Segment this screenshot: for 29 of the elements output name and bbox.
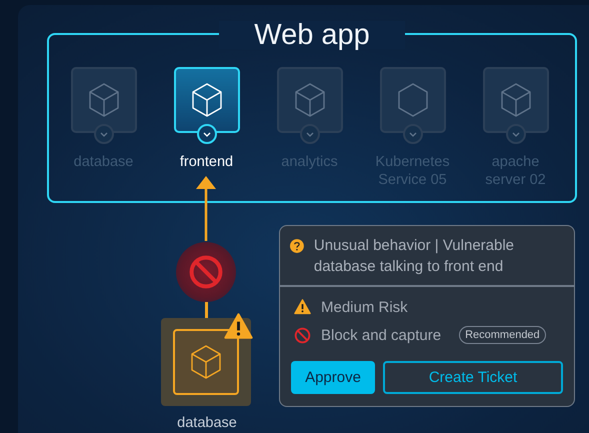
cube-icon (88, 82, 120, 118)
row-text: Medium Risk (321, 298, 408, 316)
chevron-down-icon (306, 132, 314, 136)
flow-arrow (196, 175, 216, 241)
hexagon-icon (396, 82, 428, 118)
create-ticket-button[interactable]: Create Ticket (383, 361, 563, 394)
node-box[interactable] (173, 329, 239, 395)
approve-button[interactable]: Approve (291, 361, 375, 394)
cube-icon (190, 344, 222, 380)
block-icon (294, 326, 311, 344)
cube-icon (500, 82, 532, 118)
node-box[interactable] (380, 67, 446, 133)
cube-icon (190, 82, 222, 118)
node-box[interactable] (276, 67, 342, 133)
chevron-down-icon (202, 132, 210, 136)
chevron-down-icon (512, 132, 520, 136)
node-label: database (176, 414, 238, 432)
cube-icon (294, 82, 326, 118)
node-box[interactable] (70, 67, 136, 133)
group-title: Web app (219, 21, 405, 49)
alert-title: Unusual behavior | Vulnerable database talking to front end (314, 236, 516, 277)
recommended-badge: Recommended (459, 326, 546, 344)
warning-icon (294, 299, 311, 315)
chevron-down-icon (100, 132, 108, 136)
node-box[interactable] (482, 67, 548, 133)
node-label: frontend (178, 153, 234, 171)
block-icon (188, 254, 224, 290)
row-text: Block and capture (321, 326, 442, 344)
chevron-down-icon (408, 132, 416, 136)
